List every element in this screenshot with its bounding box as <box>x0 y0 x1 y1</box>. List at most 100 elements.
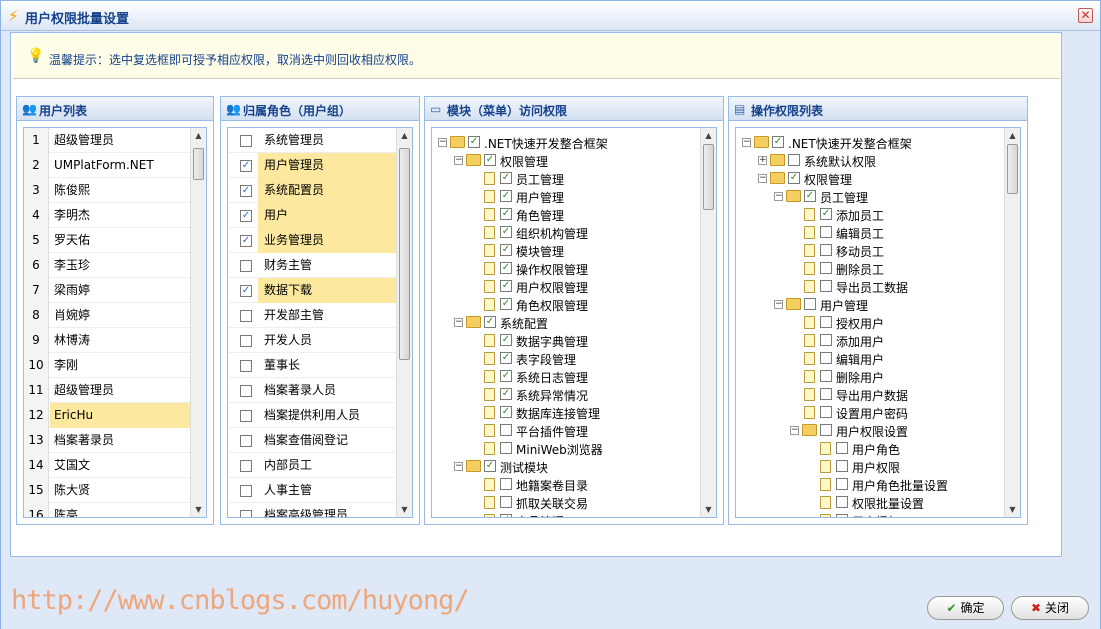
tree-node[interactable]: − ✓ 权限管理 <box>432 152 700 170</box>
tree-node[interactable]: 授权用户 <box>736 314 1004 332</box>
role-checkbox[interactable] <box>240 460 252 472</box>
role-row[interactable]: 财务主管 <box>228 253 396 278</box>
user-row[interactable]: 12 EricHu <box>24 403 190 428</box>
module-tree-scrollbar[interactable]: ▲ ▼ <box>700 128 716 517</box>
tree-node[interactable]: − ✓ 权限管理 <box>736 170 1004 188</box>
role-row[interactable]: ✓ 业务管理员 <box>228 228 396 253</box>
tree-checkbox[interactable]: ✓ <box>500 262 512 274</box>
user-list-scrollbar[interactable]: ▲ ▼ <box>190 128 206 517</box>
tree-checkbox[interactable] <box>500 442 512 454</box>
role-checkbox[interactable] <box>240 435 252 447</box>
tree-node[interactable]: ✓ 系统日志管理 <box>432 368 700 386</box>
tree-checkbox[interactable]: ✓ <box>804 190 816 202</box>
role-checkbox[interactable] <box>240 510 252 517</box>
user-row[interactable]: 16 陈亮 <box>24 503 190 517</box>
role-row[interactable]: 人事主管 <box>228 478 396 503</box>
tree-checkbox[interactable]: ✓ <box>772 136 784 148</box>
tree-node[interactable]: − ✓ 系统配置 <box>432 314 700 332</box>
tree-node[interactable]: 编辑用户 <box>736 350 1004 368</box>
tree-node[interactable]: ✓ 添加员工 <box>736 206 1004 224</box>
tree-checkbox[interactable]: ✓ <box>500 406 512 418</box>
tree-checkbox[interactable] <box>836 478 848 490</box>
tree-checkbox[interactable]: ✓ <box>468 136 480 148</box>
user-row[interactable]: 8 肖婉婷 <box>24 303 190 328</box>
tree-checkbox[interactable]: ✓ <box>484 316 496 328</box>
tree-node[interactable]: MiniWeb浏览器 <box>432 440 700 458</box>
tree-node[interactable]: ✓ 数据字典管理 <box>432 332 700 350</box>
role-row[interactable]: ✓ 数据下载 <box>228 278 396 303</box>
tree-node[interactable]: 编辑员工 <box>736 224 1004 242</box>
collapse-icon[interactable]: − <box>742 138 751 147</box>
tree-node[interactable]: 用户授权 <box>736 512 1004 517</box>
tree-checkbox[interactable]: ✓ <box>500 244 512 256</box>
tree-node[interactable]: 平台插件管理 <box>432 422 700 440</box>
role-row[interactable]: ✓ 用户 <box>228 203 396 228</box>
tree-node[interactable]: + 系统默认权限 <box>736 152 1004 170</box>
scroll-down-icon[interactable]: ▼ <box>397 502 412 517</box>
tree-checkbox[interactable] <box>500 478 512 490</box>
tree-checkbox[interactable]: ✓ <box>788 172 800 184</box>
role-row[interactable]: 系统管理员 <box>228 128 396 153</box>
role-checkbox[interactable] <box>240 485 252 497</box>
user-row[interactable]: 4 李明杰 <box>24 203 190 228</box>
user-row[interactable]: 7 梁雨婷 <box>24 278 190 303</box>
scroll-thumb[interactable] <box>193 148 204 180</box>
tree-checkbox[interactable] <box>820 334 832 346</box>
scroll-thumb[interactable] <box>399 148 410 360</box>
tree-checkbox[interactable]: ✓ <box>500 334 512 346</box>
user-row[interactable]: 3 陈俊熙 <box>24 178 190 203</box>
user-row[interactable]: 14 艾国文 <box>24 453 190 478</box>
tree-node[interactable]: ✓ 组织机构管理 <box>432 224 700 242</box>
collapse-icon[interactable]: − <box>790 426 799 435</box>
tree-checkbox[interactable] <box>836 496 848 508</box>
scroll-up-icon[interactable]: ▲ <box>701 128 716 143</box>
role-row[interactable]: ✓ 系统配置员 <box>228 178 396 203</box>
collapse-icon[interactable]: − <box>454 318 463 327</box>
tree-checkbox[interactable]: ✓ <box>500 280 512 292</box>
tree-checkbox[interactable] <box>836 514 848 517</box>
tree-checkbox[interactable] <box>500 424 512 436</box>
user-row[interactable]: 5 罗天佑 <box>24 228 190 253</box>
tree-checkbox[interactable]: ✓ <box>484 154 496 166</box>
tree-checkbox[interactable] <box>788 154 800 166</box>
tree-node[interactable]: 移动员工 <box>736 242 1004 260</box>
collapse-icon[interactable]: − <box>758 174 767 183</box>
tree-checkbox[interactable] <box>820 316 832 328</box>
tree-checkbox[interactable] <box>820 352 832 364</box>
tree-node[interactable]: ✓ 用户权限管理 <box>432 278 700 296</box>
expand-icon[interactable]: + <box>758 156 767 165</box>
tree-node[interactable]: 用户角色批量设置 <box>736 476 1004 494</box>
role-row[interactable]: 档案查借阅登记 <box>228 428 396 453</box>
collapse-icon[interactable]: − <box>774 192 783 201</box>
confirm-button[interactable]: ✔ 确定 <box>927 596 1004 620</box>
tree-node[interactable]: ✓ 角色权限管理 <box>432 296 700 314</box>
tree-node[interactable]: − ✓ .NET快速开发整合框架 <box>432 134 700 152</box>
scroll-thumb[interactable] <box>1007 144 1018 194</box>
tree-node[interactable]: 删除用户 <box>736 368 1004 386</box>
role-row[interactable]: 档案著录人员 <box>228 378 396 403</box>
collapse-icon[interactable]: − <box>454 462 463 471</box>
role-checkbox[interactable]: ✓ <box>240 210 252 222</box>
role-checkbox[interactable] <box>240 385 252 397</box>
role-checkbox[interactable] <box>240 360 252 372</box>
tree-checkbox[interactable]: ✓ <box>500 352 512 364</box>
tree-checkbox[interactable] <box>820 406 832 418</box>
tree-checkbox[interactable]: ✓ <box>500 370 512 382</box>
tree-node[interactable]: 导出用户数据 <box>736 386 1004 404</box>
role-checkbox[interactable]: ✓ <box>240 235 252 247</box>
role-row[interactable]: 档案提供利用人员 <box>228 403 396 428</box>
scroll-down-icon[interactable]: ▼ <box>1005 502 1020 517</box>
scroll-up-icon[interactable]: ▲ <box>191 128 206 143</box>
tree-node[interactable]: 删除员工 <box>736 260 1004 278</box>
scroll-down-icon[interactable]: ▼ <box>701 502 716 517</box>
role-checkbox[interactable] <box>240 410 252 422</box>
tree-node[interactable]: 用户权限 <box>736 458 1004 476</box>
tree-node[interactable]: ✓ 操作权限管理 <box>432 260 700 278</box>
tree-checkbox[interactable] <box>820 280 832 292</box>
close-icon[interactable]: ✕ <box>1078 8 1093 23</box>
tree-checkbox[interactable]: ✓ <box>500 298 512 310</box>
tree-checkbox[interactable]: ✓ <box>484 460 496 472</box>
tree-checkbox[interactable]: ✓ <box>500 190 512 202</box>
role-checkbox[interactable] <box>240 335 252 347</box>
tree-node[interactable]: − ✓ 测试模块 <box>432 458 700 476</box>
